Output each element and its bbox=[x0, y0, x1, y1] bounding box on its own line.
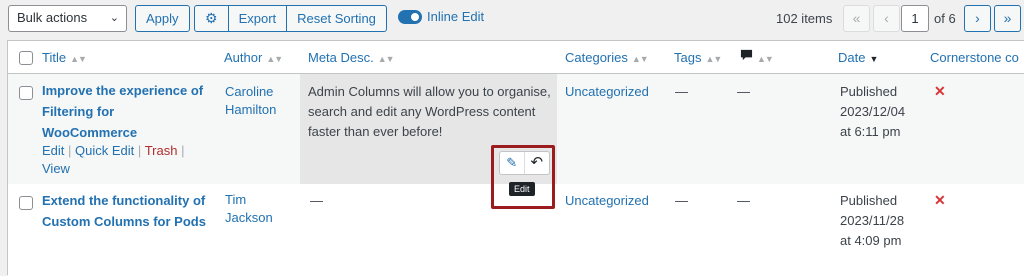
author-link[interactable]: Tim Jackson bbox=[225, 191, 273, 227]
category-link[interactable]: Uncategorized bbox=[565, 84, 649, 99]
meta-desc-value[interactable]: Admin Columns will allow you to organise… bbox=[308, 82, 551, 142]
current-page-input[interactable]: 1 bbox=[901, 5, 929, 32]
column-comments[interactable]: ▲▼ bbox=[740, 49, 774, 65]
next-page-button[interactable]: › bbox=[964, 5, 991, 32]
apply-button[interactable]: Apply bbox=[135, 5, 190, 32]
sort-icon: ▲▼ bbox=[631, 54, 649, 64]
tags-value: — bbox=[675, 193, 688, 208]
highlight-box bbox=[491, 145, 555, 209]
column-meta-desc[interactable]: Meta Desc. ▲▼ bbox=[308, 50, 395, 65]
column-title[interactable]: Title ▲▼ bbox=[42, 50, 87, 65]
comments-value: — bbox=[737, 84, 750, 99]
meta-desc-value[interactable]: — bbox=[310, 193, 323, 208]
toggle-switch[interactable] bbox=[398, 9, 422, 24]
column-author[interactable]: Author ▲▼ bbox=[224, 50, 283, 65]
inline-edit-label: Inline Edit bbox=[427, 9, 485, 24]
sort-icon: ▲▼ bbox=[377, 54, 395, 64]
view-link[interactable]: View bbox=[42, 161, 70, 176]
column-actions-group: ⚙ Export Reset Sorting bbox=[194, 5, 387, 32]
row-checkbox[interactable] bbox=[19, 196, 33, 210]
inline-edit-toggle[interactable]: Inline Edit bbox=[398, 9, 484, 24]
edit-link[interactable]: Edit bbox=[42, 143, 64, 158]
date-value: Published 2023/11/28 at 4:09 pm bbox=[840, 193, 905, 248]
sort-desc-icon: ▼ bbox=[869, 54, 879, 64]
post-title-link[interactable]: Improve the experience of Filtering for … bbox=[42, 80, 203, 143]
column-tags[interactable]: Tags ▲▼ bbox=[674, 50, 722, 65]
total-pages: of 6 bbox=[934, 11, 956, 26]
tablenav-top: Bulk actions ⌄ Apply ⚙ Export Reset Sort… bbox=[0, 0, 1024, 38]
gear-icon[interactable]: ⚙ bbox=[195, 6, 229, 31]
export-button[interactable]: Export bbox=[229, 6, 288, 31]
sort-icon: ▲▼ bbox=[705, 54, 722, 64]
row-actions: Edit | Quick Edit | Trash | View bbox=[42, 143, 185, 176]
bulk-actions-select[interactable]: Bulk actions ⌄ bbox=[8, 5, 127, 32]
author-link[interactable]: Caroline Hamilton bbox=[225, 83, 276, 119]
trash-link[interactable]: Trash bbox=[145, 143, 178, 158]
select-all-checkbox[interactable] bbox=[19, 51, 33, 65]
date-value: Published 2023/12/04 at 6:11 pm bbox=[840, 84, 906, 139]
sort-icon: ▲▼ bbox=[757, 54, 774, 64]
tags-value: — bbox=[675, 84, 688, 99]
column-cornerstone[interactable]: Cornerstone co bbox=[930, 50, 1019, 65]
category-link[interactable]: Uncategorized bbox=[565, 193, 649, 208]
cross-icon: ✕ bbox=[934, 83, 946, 99]
comments-value: — bbox=[737, 193, 750, 208]
bulk-actions-label: Bulk actions bbox=[17, 10, 88, 25]
reset-sorting-button[interactable]: Reset Sorting bbox=[287, 6, 386, 31]
sort-icon: ▲▼ bbox=[70, 54, 87, 64]
sort-icon: ▲▼ bbox=[266, 54, 283, 64]
cross-icon: ✕ bbox=[934, 192, 946, 208]
column-date[interactable]: Date ▼ bbox=[838, 50, 878, 65]
table-header: Title ▲▼ Author ▲▼ Meta Desc. ▲▼ Categories… bbox=[8, 41, 1024, 74]
post-title-link[interactable]: Extend the functionality of Custom Colum… bbox=[42, 190, 206, 232]
prev-page-button[interactable]: ‹ bbox=[873, 5, 900, 32]
column-categories[interactable]: Categories ▲▼ bbox=[565, 50, 649, 65]
chevron-down-icon: ⌄ bbox=[109, 12, 119, 24]
row-checkbox[interactable] bbox=[19, 86, 33, 100]
comment-bubble-icon bbox=[740, 49, 753, 61]
items-count: 102 items bbox=[776, 11, 833, 26]
last-page-button[interactable]: » bbox=[994, 5, 1021, 32]
quick-edit-link[interactable]: Quick Edit bbox=[75, 143, 134, 158]
first-page-button[interactable]: « bbox=[843, 5, 870, 32]
